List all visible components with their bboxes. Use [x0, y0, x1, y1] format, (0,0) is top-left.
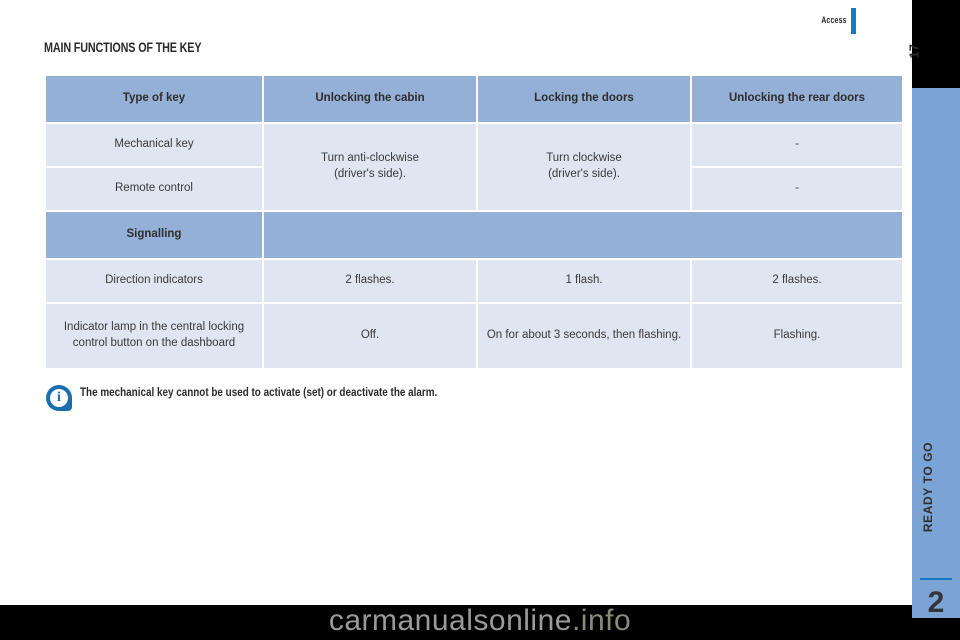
- cell-remote-control-label: Remote control: [46, 168, 262, 210]
- info-icon-glyph: i: [57, 390, 61, 405]
- cell-mechanical-key-label: Mechanical key: [46, 124, 262, 166]
- subheader-signalling: Signalling: [46, 212, 262, 258]
- key-functions-table: Type of key Unlocking the cabin Locking …: [44, 74, 904, 370]
- watermark-tld: .info: [571, 604, 632, 637]
- cell-direction-lock-doors: 1 flash.: [478, 260, 690, 302]
- cell-direction-indicators-label: Direction indicators: [46, 260, 262, 302]
- cell-indicator-lamp-label: Indicator lamp in the central locking co…: [46, 304, 262, 368]
- info-icon: i: [44, 385, 72, 415]
- table-subheader-row: Signalling: [46, 212, 902, 258]
- header-accent-rule: [851, 8, 856, 34]
- chapter-tab-rule: [920, 578, 952, 580]
- page-sheet: Access 17 MAIN FUNCTIONS OF THE KEY Type…: [0, 0, 921, 605]
- info-note-text: The mechanical key cannot be used to act…: [80, 387, 438, 399]
- chapter-tab-label: READY TO GO: [921, 441, 935, 533]
- watermark-name: carmanualsonline: [328, 604, 572, 637]
- cell-lamp-unlock-rear: Flashing.: [692, 304, 902, 368]
- info-note: i The mechanical key cannot be used to a…: [44, 385, 495, 415]
- table-row: Indicator lamp in the central locking co…: [46, 304, 902, 368]
- cell-mechanical-unlock-cabin: Turn anti-clockwise (driver's side).: [264, 124, 476, 210]
- cell-direction-unlock-rear: 2 flashes.: [692, 260, 902, 302]
- running-header-title: Access: [821, 15, 847, 25]
- cell-mechanical-lock-doors: Turn clockwise (driver's side).: [478, 124, 690, 210]
- cell-direction-unlock-cabin: 2 flashes.: [264, 260, 476, 302]
- watermark: carmanualsonline.info: [0, 604, 960, 638]
- table-row: Mechanical key Turn anti-clockwise (drive…: [46, 124, 902, 210]
- column-header-unlocking-rear-doors: Unlocking the rear doors: [692, 76, 902, 122]
- cell-lamp-lock-doors: On for about 3 seconds, then flashing.: [478, 304, 690, 368]
- table-row: Direction indicators 2 flashes. 1 flash.…: [46, 260, 902, 302]
- column-header-locking-doors: Locking the doors: [478, 76, 690, 122]
- column-header-type-of-key: Type of key: [46, 76, 262, 122]
- table-header-row: Type of key Unlocking the cabin Locking …: [46, 76, 902, 122]
- page-title: MAIN FUNCTIONS OF THE KEY: [44, 40, 202, 55]
- chapter-tab[interactable]: READY TO GO 2: [912, 88, 960, 619]
- column-header-unlocking-cabin: Unlocking the cabin: [264, 76, 476, 122]
- page-number: 17: [906, 44, 921, 59]
- cell-mechanical-unlock-rear: -: [692, 124, 902, 166]
- subheader-blank-band: [264, 212, 902, 258]
- cell-remote-unlock-rear: -: [692, 168, 902, 210]
- cell-lamp-unlock-cabin: Off.: [264, 304, 476, 368]
